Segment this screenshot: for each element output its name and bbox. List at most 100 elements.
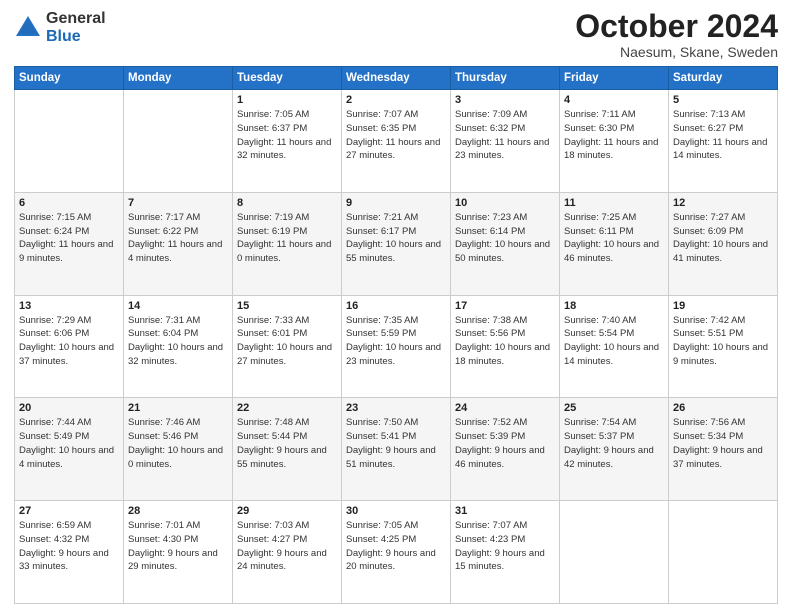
day-number: 1 xyxy=(237,94,337,106)
day-info: Sunrise: 7:13 AMSunset: 6:27 PMDaylight:… xyxy=(673,108,773,163)
header-cell-tuesday: Tuesday xyxy=(233,67,342,90)
day-info: Sunrise: 7:33 AMSunset: 6:01 PMDaylight:… xyxy=(237,314,337,369)
day-number: 20 xyxy=(19,402,119,414)
header-cell-thursday: Thursday xyxy=(451,67,560,90)
day-cell: 2 Sunrise: 7:07 AMSunset: 6:35 PMDaylight… xyxy=(342,90,451,193)
day-info: Sunrise: 7:31 AMSunset: 6:04 PMDaylight:… xyxy=(128,314,228,369)
day-info: Sunrise: 7:07 AMSunset: 4:23 PMDaylight:… xyxy=(455,519,555,574)
day-info: Sunrise: 7:07 AMSunset: 6:35 PMDaylight:… xyxy=(346,108,446,163)
day-info: Sunrise: 7:46 AMSunset: 5:46 PMDaylight:… xyxy=(128,416,228,471)
day-number: 17 xyxy=(455,300,555,312)
day-cell: 3Sunrise: 7:09 AMSunset: 6:32 PMDaylight… xyxy=(451,90,560,193)
header-cell-sunday: Sunday xyxy=(15,67,124,90)
day-info: Sunrise: 7:23 AMSunset: 6:14 PMDaylight:… xyxy=(455,211,555,266)
day-number: 10 xyxy=(455,197,555,209)
day-number: 4 xyxy=(564,94,664,106)
day-cell: 27Sunrise: 6:59 AMSunset: 4:32 PMDayligh… xyxy=(15,501,124,604)
day-cell: 19Sunrise: 7:42 AMSunset: 5:51 PMDayligh… xyxy=(669,295,778,398)
day-cell: 17Sunrise: 7:38 AMSunset: 5:56 PMDayligh… xyxy=(451,295,560,398)
day-number: 26 xyxy=(673,402,773,414)
day-info: Sunrise: 7:19 AMSunset: 6:19 PMDaylight:… xyxy=(237,211,337,266)
day-cell: 26 Sunrise: 7:56 AMSunset: 5:34 PMDayligh… xyxy=(669,398,778,501)
day-info: Sunrise: 7:52 AMSunset: 5:39 PMDaylight:… xyxy=(455,416,555,471)
day-cell: 7Sunrise: 7:17 AMSunset: 6:22 PMDaylight… xyxy=(124,192,233,295)
day-cell: 1 Sunrise: 7:05 AMSunset: 6:37 PMDaylight… xyxy=(233,90,342,193)
day-cell: 4 Sunrise: 7:11 AMSunset: 6:30 PMDaylight… xyxy=(560,90,669,193)
day-info: Sunrise: 7:05 AMSunset: 4:25 PMDaylight:… xyxy=(346,519,446,574)
day-number: 9 xyxy=(346,197,446,209)
day-info: Sunrise: 7:11 AMSunset: 6:30 PMDaylight:… xyxy=(564,108,664,163)
day-cell: 16 Sunrise: 7:35 AMSunset: 5:59 PMDayligh… xyxy=(342,295,451,398)
header-cell-friday: Friday xyxy=(560,67,669,90)
day-info: Sunrise: 7:27 AMSunset: 6:09 PMDaylight:… xyxy=(673,211,773,266)
header: General Blue October 2024 Naesum, Skane,… xyxy=(14,10,778,60)
logo-general: General xyxy=(46,10,106,28)
day-cell xyxy=(560,501,669,604)
week-row-5: 27Sunrise: 6:59 AMSunset: 4:32 PMDayligh… xyxy=(15,501,778,604)
day-cell xyxy=(124,90,233,193)
day-cell: 28 Sunrise: 7:01 AMSunset: 4:30 PMDayligh… xyxy=(124,501,233,604)
week-row-4: 20 Sunrise: 7:44 AMSunset: 5:49 PMDayligh… xyxy=(15,398,778,501)
day-cell: 14 Sunrise: 7:31 AMSunset: 6:04 PMDayligh… xyxy=(124,295,233,398)
day-info: Sunrise: 7:40 AMSunset: 5:54 PMDaylight:… xyxy=(564,314,664,369)
day-cell: 20 Sunrise: 7:44 AMSunset: 5:49 PMDayligh… xyxy=(15,398,124,501)
day-info: Sunrise: 7:35 AMSunset: 5:59 PMDaylight:… xyxy=(346,314,446,369)
day-cell: 15 Sunrise: 7:33 AMSunset: 6:01 PMDayligh… xyxy=(233,295,342,398)
day-cell: 5 Sunrise: 7:13 AMSunset: 6:27 PMDaylight… xyxy=(669,90,778,193)
day-info: Sunrise: 7:17 AMSunset: 6:22 PMDaylight:… xyxy=(128,211,228,266)
day-number: 30 xyxy=(346,505,446,517)
day-cell: 6Sunrise: 7:15 AMSunset: 6:24 PMDaylight… xyxy=(15,192,124,295)
day-number: 18 xyxy=(564,300,664,312)
day-cell: 11Sunrise: 7:25 AMSunset: 6:11 PMDayligh… xyxy=(560,192,669,295)
day-cell: 9 Sunrise: 7:21 AMSunset: 6:17 PMDaylight… xyxy=(342,192,451,295)
day-cell: 25Sunrise: 7:54 AMSunset: 5:37 PMDayligh… xyxy=(560,398,669,501)
header-cell-monday: Monday xyxy=(124,67,233,90)
day-cell: 12Sunrise: 7:27 AMSunset: 6:09 PMDayligh… xyxy=(669,192,778,295)
calendar-table: SundayMondayTuesdayWednesdayThursdayFrid… xyxy=(14,66,778,604)
day-number: 28 xyxy=(128,505,228,517)
day-info: Sunrise: 7:56 AMSunset: 5:34 PMDaylight:… xyxy=(673,416,773,471)
day-info: Sunrise: 7:15 AMSunset: 6:24 PMDaylight:… xyxy=(19,211,119,266)
day-number: 2 xyxy=(346,94,446,106)
day-info: Sunrise: 7:05 AMSunset: 6:37 PMDaylight:… xyxy=(237,108,337,163)
day-number: 5 xyxy=(673,94,773,106)
day-cell xyxy=(15,90,124,193)
day-cell: 21Sunrise: 7:46 AMSunset: 5:46 PMDayligh… xyxy=(124,398,233,501)
day-number: 25 xyxy=(564,402,664,414)
day-cell: 10 Sunrise: 7:23 AMSunset: 6:14 PMDayligh… xyxy=(451,192,560,295)
day-info: Sunrise: 7:42 AMSunset: 5:51 PMDaylight:… xyxy=(673,314,773,369)
day-number: 8 xyxy=(237,197,337,209)
header-cell-wednesday: Wednesday xyxy=(342,67,451,90)
day-number: 31 xyxy=(455,505,555,517)
day-info: Sunrise: 7:01 AMSunset: 4:30 PMDaylight:… xyxy=(128,519,228,574)
day-info: Sunrise: 7:44 AMSunset: 5:49 PMDaylight:… xyxy=(19,416,119,471)
day-cell: 29Sunrise: 7:03 AMSunset: 4:27 PMDayligh… xyxy=(233,501,342,604)
location: Naesum, Skane, Sweden xyxy=(575,44,778,60)
title-block: October 2024 Naesum, Skane, Sweden xyxy=(575,10,778,60)
day-number: 11 xyxy=(564,197,664,209)
page: General Blue October 2024 Naesum, Skane,… xyxy=(0,0,792,612)
day-cell: 22Sunrise: 7:48 AMSunset: 5:44 PMDayligh… xyxy=(233,398,342,501)
day-number: 14 xyxy=(128,300,228,312)
day-number: 16 xyxy=(346,300,446,312)
calendar-body: 1 Sunrise: 7:05 AMSunset: 6:37 PMDaylight… xyxy=(15,90,778,604)
day-number: 29 xyxy=(237,505,337,517)
day-info: Sunrise: 7:21 AMSunset: 6:17 PMDaylight:… xyxy=(346,211,446,266)
day-info: Sunrise: 7:09 AMSunset: 6:32 PMDaylight:… xyxy=(455,108,555,163)
day-cell: 31 Sunrise: 7:07 AMSunset: 4:23 PMDayligh… xyxy=(451,501,560,604)
day-cell: 24 Sunrise: 7:52 AMSunset: 5:39 PMDayligh… xyxy=(451,398,560,501)
day-cell xyxy=(669,501,778,604)
header-cell-saturday: Saturday xyxy=(669,67,778,90)
day-info: Sunrise: 7:50 AMSunset: 5:41 PMDaylight:… xyxy=(346,416,446,471)
month-year: October 2024 xyxy=(575,10,778,42)
day-number: 24 xyxy=(455,402,555,414)
header-row: SundayMondayTuesdayWednesdayThursdayFrid… xyxy=(15,67,778,90)
day-number: 15 xyxy=(237,300,337,312)
day-info: Sunrise: 7:48 AMSunset: 5:44 PMDaylight:… xyxy=(237,416,337,471)
day-cell: 8 Sunrise: 7:19 AMSunset: 6:19 PMDaylight… xyxy=(233,192,342,295)
day-cell: 23Sunrise: 7:50 AMSunset: 5:41 PMDayligh… xyxy=(342,398,451,501)
day-info: Sunrise: 6:59 AMSunset: 4:32 PMDaylight:… xyxy=(19,519,119,574)
calendar-header: SundayMondayTuesdayWednesdayThursdayFrid… xyxy=(15,67,778,90)
day-cell: 18 Sunrise: 7:40 AMSunset: 5:54 PMDayligh… xyxy=(560,295,669,398)
logo: General Blue xyxy=(14,10,106,45)
